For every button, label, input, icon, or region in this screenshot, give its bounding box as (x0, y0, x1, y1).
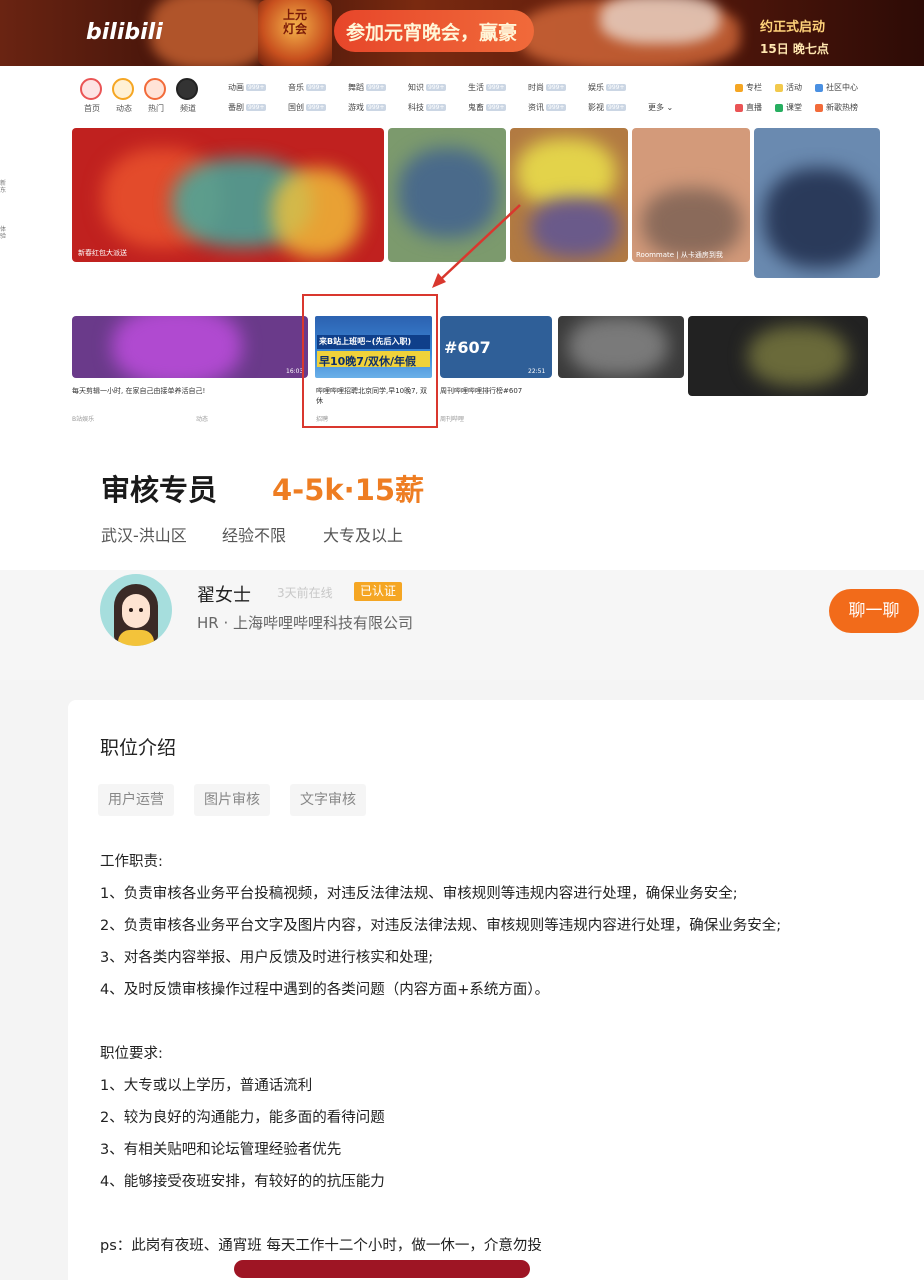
video-duration: 22:51 (528, 368, 546, 375)
duty-item: 3、对各类内容举报、用户反馈及时进行核实和处理; (100, 950, 434, 966)
video-duration: 16:03 (286, 368, 304, 375)
requirement-item: 2、较为良好的沟通能力，能多面的看待问题 (100, 1110, 385, 1126)
video-card-title[interactable]: 周刊哔哩哔哩排行榜#607 (440, 386, 556, 396)
duty-item: 1、负责审核各业务平台投稿视频，对违反法律法规、审核规则等违规内容进行处理，确保… (100, 886, 738, 902)
hr-online-status: 3天前在线 (277, 586, 333, 600)
job-experience: 经验不限 (222, 526, 287, 545)
requirement-item: 4、能够接受夜班安排，有较好的的抗压能力 (100, 1174, 385, 1190)
duty-item: 2、负责审核各业务平台文字及图片内容，对违反法律法规、审核规则等违规内容进行处理… (100, 918, 782, 934)
skill-chip: 图片审核 (194, 784, 270, 816)
requirements-title: 职位要求: (100, 1046, 163, 1062)
job-salary: 4-5k·15薪 (272, 473, 425, 507)
red-underline-mark (234, 1260, 530, 1278)
skill-chip: 文字审核 (290, 784, 366, 816)
video-card-thumb[interactable]: 16:03 (72, 316, 308, 378)
ps-note: ps：此岗有夜班、通宵班 每天工作十二个小时，做一休一，介意勿投 (100, 1238, 542, 1254)
duty-item: 4、及时反馈审核操作过程中遇到的各类问题（内容方面+系统方面）。 (100, 982, 550, 998)
section-title: 职位介绍 (100, 737, 177, 759)
job-location: 武汉-洪山区 (101, 526, 187, 545)
bilibili-homepage-screenshot: bilibili 上元灯会 参加元宵晚会，赢豪 约正式启动 15日 晚七点 首页… (0, 0, 924, 440)
avatar[interactable] (100, 574, 172, 646)
requirement-item: 1、大专或以上学历，普通话流利 (100, 1078, 313, 1094)
chat-button[interactable]: 聊一聊 (829, 589, 919, 633)
video-card-thumb[interactable] (558, 316, 684, 378)
job-title: 审核专员 (101, 473, 218, 507)
hr-name: 翟女士 (197, 585, 251, 606)
video-card-title[interactable]: 每天剪辑一小时, 在家自己由接单养活自己! (72, 386, 302, 396)
verified-badge: 已认证 (354, 582, 403, 601)
video-card-thumb[interactable]: #607 22:51 (440, 316, 552, 378)
weekly-rank-number: #607 (444, 338, 491, 357)
highlight-box (302, 294, 438, 428)
requirement-item: 3、有相关贴吧和论坛管理经验者优先 (100, 1142, 342, 1158)
video-card-thumb[interactable] (688, 316, 868, 396)
video-card-uploader[interactable]: 周刊哔哩 (440, 414, 464, 423)
hr-company: HR · 上海哔哩哔哩科技有限公司 (197, 614, 414, 632)
video-card-uploader[interactable]: B站娱乐 (72, 414, 94, 423)
duties-title: 工作职责: (100, 854, 163, 870)
skill-chip: 用户运营 (98, 784, 174, 816)
job-education: 大专及以上 (323, 526, 404, 545)
video-card-uploader[interactable]: 动态 (196, 414, 208, 423)
